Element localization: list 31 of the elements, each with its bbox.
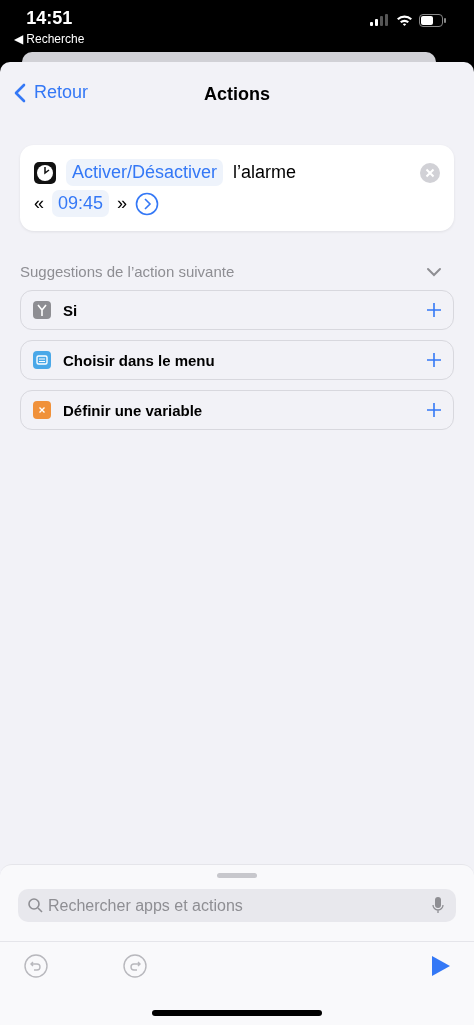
suggestions-heading: Suggestions de l’action suivante <box>20 263 235 280</box>
battery-icon <box>419 13 446 27</box>
signal-icon <box>370 14 390 26</box>
clock-icon <box>34 161 56 184</box>
play-icon[interactable] <box>432 956 450 976</box>
suggestion-row[interactable]: Choisir dans le menu <box>20 340 454 380</box>
status-time: 14:51 <box>26 8 73 29</box>
microphone-icon[interactable] <box>432 897 444 914</box>
screen-title: Actions <box>204 83 270 105</box>
open-quote: « <box>34 193 44 214</box>
add-icon[interactable] <box>427 303 441 317</box>
search-icon <box>28 898 43 913</box>
suggestion-row[interactable]: Si <box>20 290 454 330</box>
menu-icon <box>33 351 51 369</box>
chevron-left-icon <box>14 82 26 103</box>
remove-icon[interactable] <box>420 162 440 183</box>
wifi-icon <box>396 14 413 26</box>
add-icon[interactable] <box>427 403 441 417</box>
add-icon[interactable] <box>427 353 441 367</box>
back-to-app-link[interactable]: ◀ Recherche <box>14 32 85 46</box>
action-object: l’alarme <box>233 162 297 183</box>
action-verb-token[interactable]: Activer/Désactiver <box>66 159 224 186</box>
suggestion-row[interactable]: Définir une variable <box>20 390 454 430</box>
branch-icon <box>33 301 51 319</box>
chevron-down-icon[interactable] <box>426 266 442 277</box>
variable-icon <box>33 401 51 419</box>
search-field[interactable]: Rechercher apps et actions <box>18 889 456 922</box>
chevron-circle-icon[interactable] <box>135 191 160 216</box>
close-quote: » <box>117 193 128 214</box>
time-token[interactable]: 09:45 <box>52 190 110 217</box>
back-button[interactable]: Retour <box>14 82 89 103</box>
